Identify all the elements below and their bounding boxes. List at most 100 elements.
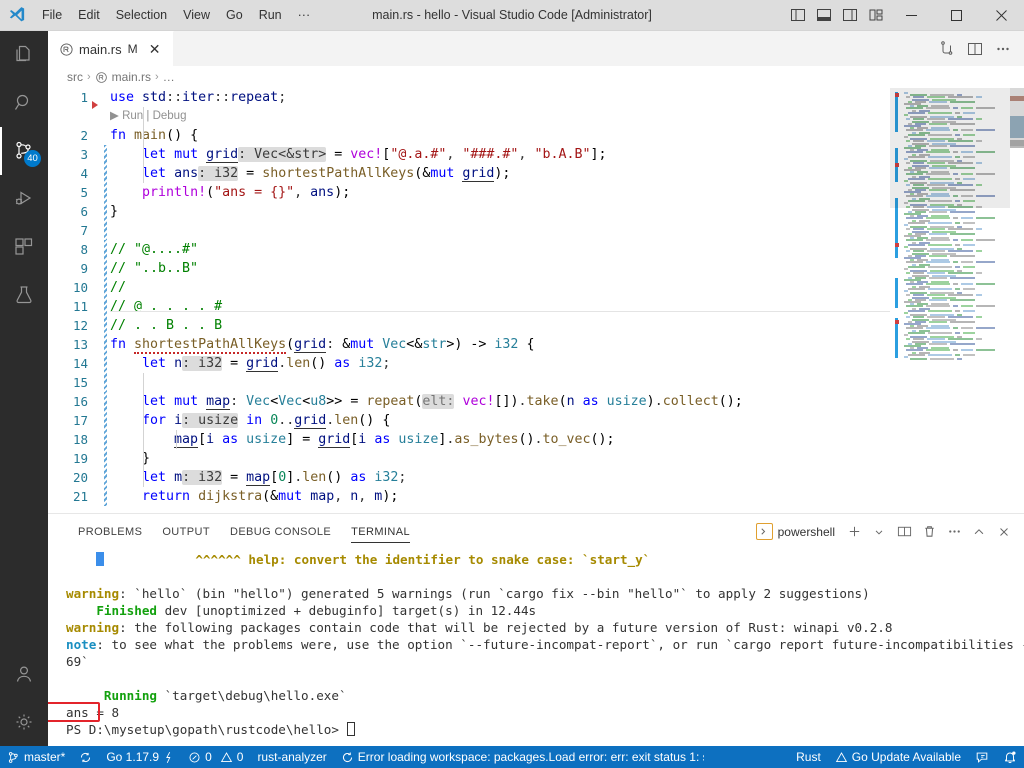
code-line[interactable]: let ans: i32 = shortestPathAllKeys(&mut … [110,164,510,183]
code-line[interactable]: fn shortestPathAllKeys(grid: &mut Vec<&s… [110,335,534,354]
status-notifications[interactable] [996,746,1024,768]
terminal-output[interactable]: ^^^^^^ help: convert the identifier to s… [48,549,1024,746]
code-line[interactable]: // [110,278,126,297]
manage-settings-button[interactable] [0,698,48,746]
activity-bar: 40 [0,31,48,746]
tab-debug-console[interactable]: DEBUG CONSOLE [220,514,341,549]
code-line[interactable]: // @ . . . . # [110,297,222,316]
minimap-line [976,294,982,297]
menu-go[interactable]: Go [218,0,251,31]
status-branch[interactable]: master* [0,746,72,768]
close-panel-icon[interactable] [992,520,1016,544]
status-sync[interactable] [72,746,99,768]
run-marker-icon[interactable] [92,101,98,109]
toggle-panel-icon[interactable] [811,0,837,31]
menu-edit[interactable]: Edit [70,0,108,31]
rust-file-icon [95,71,108,84]
code-line[interactable]: } [110,449,150,468]
code-line[interactable]: for i: usize in 0..grid.len() { [110,411,390,430]
more-actions-icon[interactable] [942,520,966,544]
codelens-debug-link[interactable]: Debug [153,110,187,122]
codelens-run-link[interactable]: Run [122,110,143,122]
code-line[interactable]: let mut map: Vec<Vec<u8>> = repeat(elt: … [110,392,743,411]
line-number: 14 [72,356,88,371]
tab-problems[interactable]: PROBLEMS [68,514,152,549]
minimap-line [906,250,910,253]
window-maximize-button[interactable] [934,0,979,31]
overview-ruler[interactable] [1010,88,1024,513]
breadcrumb-item-src[interactable]: src [67,70,83,84]
code-line[interactable]: // . . B . . B [110,316,222,335]
minimap-line [928,265,952,268]
code-line[interactable]: let n: i32 = grid.len() as i32; [110,354,390,373]
customize-layout-icon[interactable] [863,0,889,31]
window-close-button[interactable] [979,0,1024,31]
tab-output[interactable]: OUTPUT [152,514,220,549]
window-minimize-button[interactable] [889,0,934,31]
more-actions-icon[interactable] [990,35,1016,63]
status-go-version[interactable]: Go 1.17.9 [99,746,181,768]
code-line[interactable]: fn main() { [110,126,198,145]
status-workspace-error[interactable]: Error loading workspace: packages.Load e… [334,746,704,768]
code-line[interactable]: } [110,202,118,221]
code-line[interactable]: use std::iter::repeat; [110,88,286,107]
code-editor[interactable]: 1 2 3 4 5 6 7 8 9 10 11 12 13 14 15 16 17 18 19 20 21 use st… [48,88,1024,513]
code-line[interactable]: map[i as usize] = grid[i as usize].as_by… [110,430,615,449]
code-line[interactable]: let mut grid: Vec<&str> = vec!["@.a.#", … [110,145,607,164]
sidebar-item-run-and-debug[interactable] [0,175,48,223]
codelens-run-debug[interactable]: ▶ Run | Debug [110,107,186,126]
editor-scrollbar[interactable] [1010,88,1024,146]
split-editor-icon[interactable] [962,35,988,63]
breadcrumb-src-label: src [67,70,83,84]
menu-selection[interactable]: Selection [108,0,175,31]
breadcrumb-item-main-rs[interactable]: main.rs [95,70,151,84]
tab-close-icon[interactable]: ✕ [147,41,163,57]
split-terminal-icon[interactable] [892,520,916,544]
terminal-text: dev [unoptimized + debuginfo] target(s) … [157,603,537,618]
minimap-line [929,232,947,235]
code-line[interactable]: println!("ans = {}", ans); [110,183,350,202]
sidebar-item-search[interactable] [0,79,48,127]
tab-main-rs[interactable]: main.rs M ✕ [48,31,174,66]
new-terminal-icon[interactable] [842,520,866,544]
tab-terminal[interactable]: TERMINAL [341,514,420,549]
editor-content[interactable]: use std::iter::repeat; ▶ Run | Debug fn ma… [110,88,1024,513]
accounts-button[interactable] [0,650,48,698]
menu-file[interactable]: File [34,0,70,31]
minimap[interactable] [890,88,1010,513]
minimap-slider[interactable] [890,88,1010,208]
sidebar-item-source-control[interactable]: 40 [0,127,48,175]
breadcrumb-item-symbols[interactable]: … [163,70,175,84]
code-line[interactable]: // "..b..B" [110,259,198,278]
editor-gutter[interactable]: 1 2 3 4 5 6 7 8 9 10 11 12 13 14 15 16 17 18 19 20 21 [48,88,110,513]
menu-go-label: Go [226,7,243,22]
code-line[interactable]: return dijkstra(&mut map, n, m); [110,487,398,506]
status-language-mode[interactable]: Rust [789,746,828,768]
minimap-line [953,349,958,352]
status-rust-analyzer[interactable]: rust-analyzer [250,746,333,768]
kill-terminal-icon[interactable] [917,520,941,544]
toggle-primary-sidebar-icon[interactable] [785,0,811,31]
line-number: 8 [80,242,88,257]
status-feedback[interactable] [968,746,996,768]
status-workspace-error-label: Error loading workspace: packages.Load e… [357,750,704,764]
run-debug-icon [12,187,36,211]
open-changes-icon[interactable] [934,35,960,63]
menu-view[interactable]: View [175,0,218,31]
menu-more[interactable]: ··· [290,0,319,31]
terminal-selector[interactable]: powershell [752,523,841,540]
status-go-update[interactable]: Go Update Available [828,746,968,768]
menu-run[interactable]: Run [251,0,290,31]
maximize-panel-icon[interactable] [967,520,991,544]
minimap-line [928,221,952,224]
sidebar-item-explorer[interactable] [0,31,48,79]
line-number: 6 [80,204,88,219]
sidebar-item-extensions[interactable] [0,223,48,271]
sidebar-item-testing[interactable] [0,271,48,319]
status-problems[interactable]: 0 0 [181,746,250,768]
terminal-dropdown-icon[interactable] [867,520,891,544]
toggle-secondary-sidebar-icon[interactable] [837,0,863,31]
code-line[interactable]: let m: i32 = map[0].len() as i32; [110,468,406,487]
code-line[interactable]: // "@....#" [110,240,198,259]
